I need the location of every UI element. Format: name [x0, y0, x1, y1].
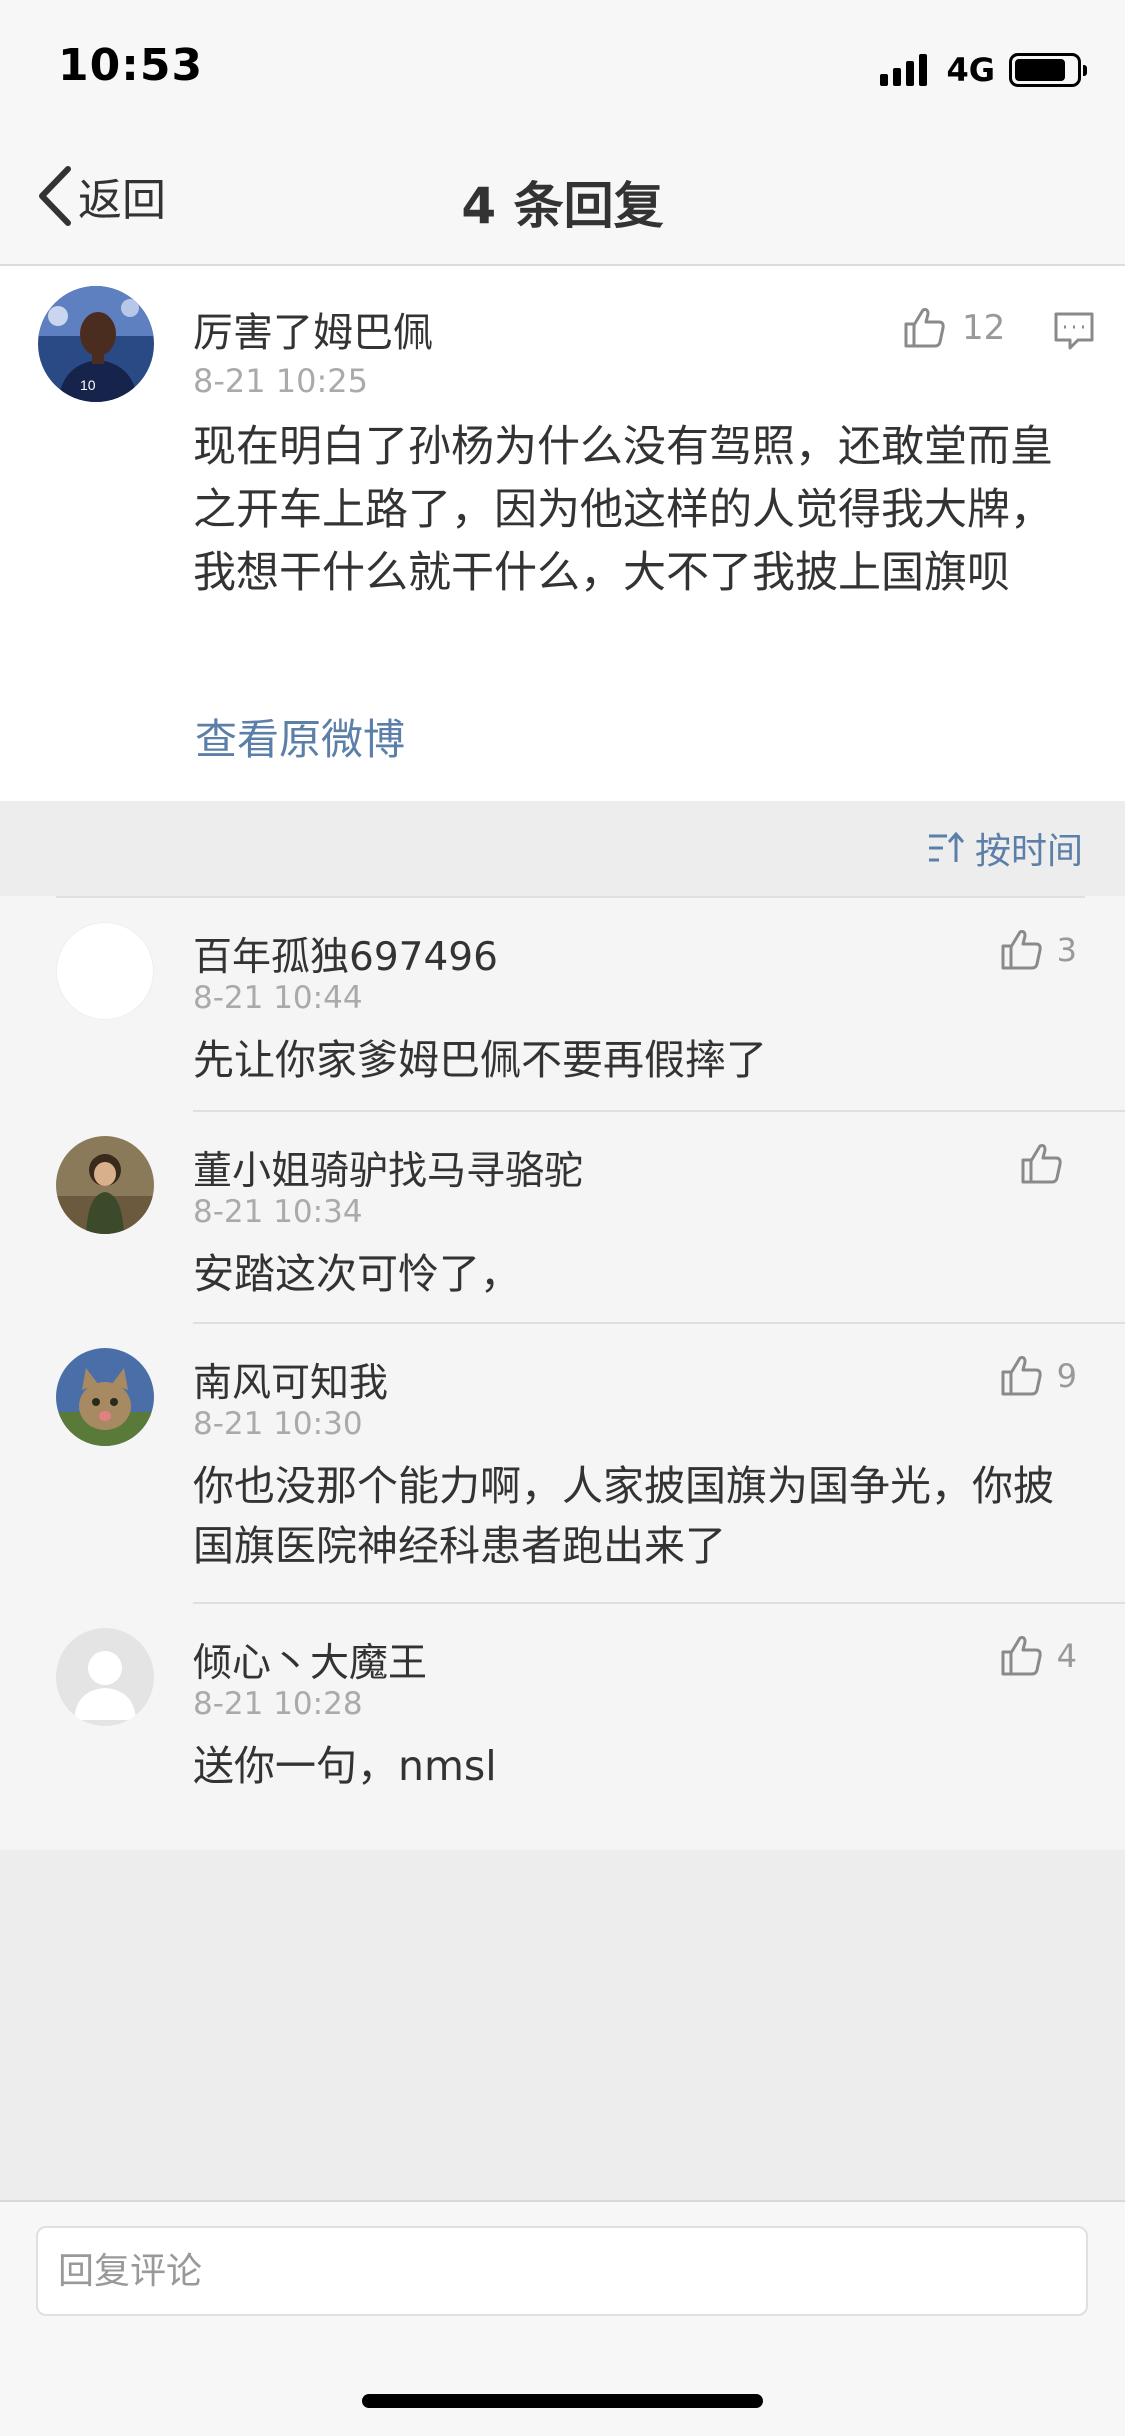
reply-input[interactable]	[36, 2226, 1088, 2316]
status-time: 10:53	[58, 40, 204, 91]
page-title: 4 条回复	[461, 177, 664, 235]
avatar[interactable]	[56, 922, 154, 1020]
reply-text: 先让你家爹姆巴佩不要再假摔了	[193, 1036, 767, 1084]
battery-icon	[1009, 53, 1087, 87]
comment-text: 现在明白了孙杨为什么没有驾照，还敢堂而皇之开车上路了，因为他这样的人觉得我大牌，…	[193, 422, 1053, 598]
reply-time: 8-21 10:34	[193, 1194, 363, 1230]
avatar[interactable]	[56, 1136, 154, 1234]
default-avatar-icon	[56, 1628, 154, 1726]
like-button[interactable]: 3	[997, 926, 1077, 974]
svg-text:10: 10	[80, 377, 96, 393]
reply-item: 倾心丶大魔王 8-21 10:28 送你一句，nmsl 4	[0, 1602, 1125, 1850]
reply-time: 8-21 10:30	[193, 1406, 363, 1442]
avatar[interactable]	[56, 1348, 154, 1446]
reply-author[interactable]: 南风可知我	[193, 1352, 388, 1408]
avatar[interactable]	[56, 1628, 154, 1726]
reply-author[interactable]: 董小姐骑驴找马寻骆驼	[193, 1140, 583, 1196]
sort-icon	[928, 831, 965, 862]
like-button[interactable]: 4	[997, 1632, 1077, 1680]
thumbs-up-icon	[1001, 930, 1042, 970]
main-comment: 10 厉害了姆巴佩 8-21 10:25 12 现在明白了孙杨为什么没有驾照，还…	[0, 266, 1125, 801]
reply-author[interactable]: 倾心丶大魔王	[193, 1632, 427, 1688]
sort-button[interactable]: 按时间	[927, 822, 1083, 874]
comment-author[interactable]: 厉害了姆巴佩	[193, 300, 433, 358]
avatar[interactable]: 10	[38, 286, 154, 402]
comment-icon[interactable]	[1052, 308, 1096, 352]
comment-time: 8-21 10:25	[193, 362, 369, 400]
thumbs-up-icon	[904, 308, 945, 348]
header: 10:53 4G 返回 4 条回复	[0, 0, 1125, 266]
reply-text: 你也没那个能力啊，人家披国旗为国争光，你披国旗医院神经科患者跑出来了	[193, 1462, 1054, 1570]
reply-item: 南风可知我 8-21 10:30 你也没那个能力啊，人家披国旗为国争光，你披国旗…	[0, 1322, 1125, 1602]
sort-label: 按时间	[974, 831, 1083, 872]
reply-text: 送你一句，nmsl	[193, 1742, 497, 1790]
home-indicator[interactable]	[362, 2394, 763, 2408]
like-count: 4	[1056, 1637, 1077, 1675]
reply-item: 董小姐骑驴找马寻骆驼 8-21 10:34 安踏这次可怜了，	[0, 1110, 1125, 1322]
signal-icon	[880, 54, 932, 86]
reply-item: 百年孤独697496 8-21 10:44 先让你家爹姆巴佩不要再假摔了 3	[0, 896, 1125, 1110]
status-indicators: 4G	[880, 50, 1087, 90]
reply-list: 百年孤独697496 8-21 10:44 先让你家爹姆巴佩不要再假摔了 3 董…	[0, 896, 1125, 1850]
thumbs-up-icon	[1021, 1144, 1062, 1184]
reply-time: 8-21 10:28	[193, 1686, 363, 1722]
reply-time: 8-21 10:44	[193, 980, 363, 1016]
like-button[interactable]: 9	[997, 1352, 1077, 1400]
like-button[interactable]	[1017, 1140, 1077, 1188]
like-count: 12	[962, 308, 1006, 348]
like-count: 3	[1056, 931, 1077, 969]
view-original-link[interactable]: 查看原微博	[195, 706, 405, 767]
network-type: 4G	[946, 51, 995, 89]
reply-text: 安踏这次可怜了，	[193, 1250, 521, 1298]
reply-author[interactable]: 百年孤独697496	[193, 926, 498, 982]
thumbs-up-icon	[1001, 1356, 1042, 1396]
like-count: 9	[1056, 1357, 1077, 1395]
thumbs-up-icon	[1001, 1636, 1042, 1676]
like-button[interactable]: 12	[900, 304, 1005, 352]
